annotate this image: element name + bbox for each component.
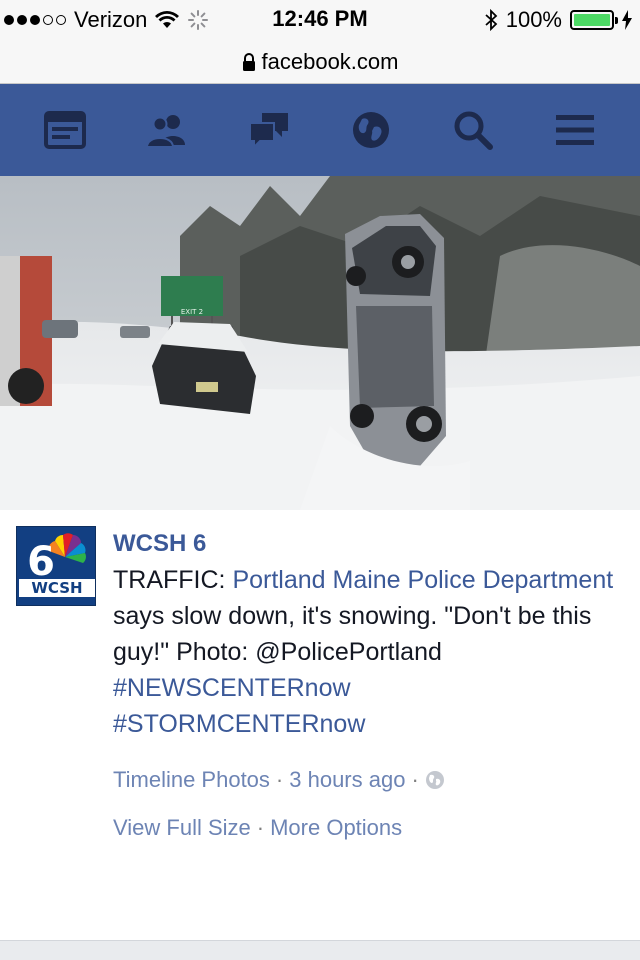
bluetooth-icon <box>485 8 498 32</box>
post-body: WCSH 6 TRAFFIC: Portland Maine Police De… <box>113 526 623 846</box>
post-meta: Timeline Photos · 3 hours ago · <box>113 762 623 798</box>
facebook-nav-bar <box>0 84 640 176</box>
snow-crash-photo: EXIT 2 <box>0 176 640 510</box>
more-options-link[interactable]: More Options <box>270 810 402 846</box>
search-icon <box>454 111 493 150</box>
highway-sign-text: EXIT 2 <box>181 308 203 316</box>
nav-messages-button[interactable] <box>239 100 299 160</box>
battery-icon <box>570 10 618 30</box>
charging-bolt-icon <box>622 10 632 30</box>
nav-friend-requests-button[interactable] <box>137 100 197 160</box>
status-bar: Verizon 12:46 PM 100% <box>0 0 640 40</box>
friend-requests-icon <box>145 115 185 148</box>
meta-separator: · <box>275 767 284 792</box>
nav-search-button[interactable] <box>443 100 503 160</box>
messages-icon <box>249 113 288 150</box>
notifications-globe-icon <box>353 112 389 148</box>
news-feed-icon <box>44 111 86 149</box>
menu-icon <box>556 115 594 145</box>
post-actions: View Full Size · More Options <box>113 810 623 846</box>
battery-percentage: 100% <box>505 7 562 32</box>
post-photo[interactable]: EXIT 2 <box>0 176 640 510</box>
meta-separator: · <box>411 767 419 792</box>
page-name-link[interactable]: WCSH 6 <box>113 526 623 562</box>
bottom-toolbar-edge <box>0 940 640 960</box>
post-text-prefix: TRAFFIC: <box>113 566 233 594</box>
nav-notifications-button[interactable] <box>341 100 401 160</box>
avatar-text: WCSH <box>31 579 82 597</box>
status-right: 100% <box>484 6 632 34</box>
wcsh-logo: 6 WCSH <box>17 527 95 605</box>
nav-news-feed-button[interactable] <box>35 100 95 160</box>
police-department-link[interactable]: Portland Maine Police Department <box>232 566 613 594</box>
post-time-link[interactable]: 3 hours ago <box>289 762 405 798</box>
lock-icon <box>242 52 255 71</box>
hashtag-newscenter-link[interactable]: #NEWSCENTERnow <box>113 674 351 702</box>
post-text: TRAFFIC: Portland Maine Police Departmen… <box>113 562 623 742</box>
nav-menu-button[interactable] <box>545 100 605 160</box>
public-globe-icon <box>425 771 444 789</box>
post-text-body: says slow down, it's snowing. "Don't be … <box>113 602 592 666</box>
page-avatar[interactable]: 6 WCSH <box>16 526 96 606</box>
view-full-size-link[interactable]: View Full Size <box>113 810 251 846</box>
url-text[interactable]: facebook.com <box>262 49 399 75</box>
address-bar[interactable]: facebook.com <box>0 40 640 84</box>
hashtag-stormcenter-link[interactable]: #STORMCENTERnow <box>113 710 365 738</box>
timeline-photos-link[interactable]: Timeline Photos <box>113 762 270 798</box>
action-separator: · <box>256 815 265 840</box>
